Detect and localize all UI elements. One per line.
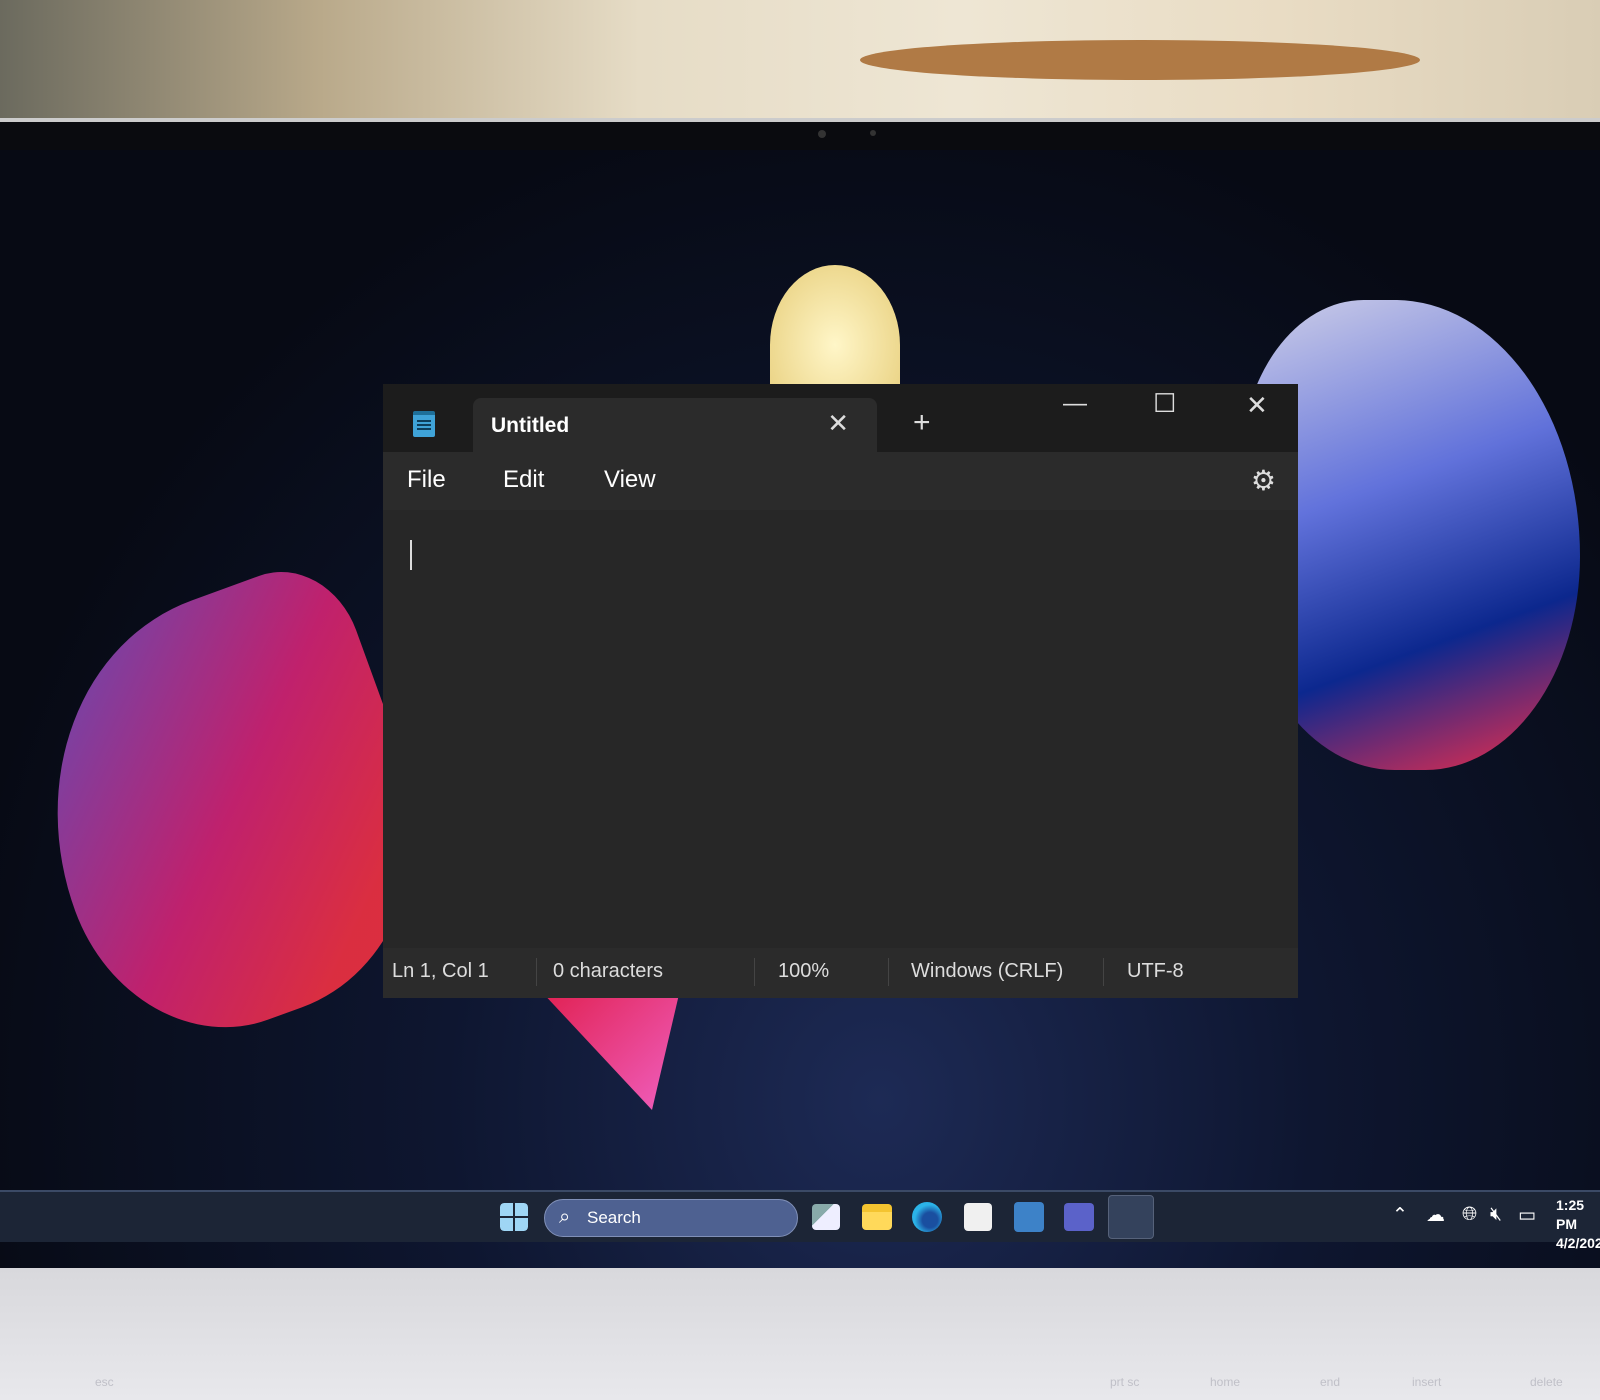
onedrive-offline-icon[interactable]: ☁ <box>1426 1204 1445 1227</box>
status-position: Ln 1, Col 1 <box>392 960 489 982</box>
menu-bar: File Edit View ⚙ <box>383 452 1298 510</box>
notepad-icon <box>413 411 435 437</box>
webcam <box>818 130 826 138</box>
tab-title: Untitled <box>491 414 570 437</box>
status-encoding[interactable]: UTF-8 <box>1127 960 1184 983</box>
status-line-ending[interactable]: Windows (CRLF) <box>911 960 1063 983</box>
notepad-taskbar-icon[interactable] <box>1108 1195 1154 1239</box>
key-prtsc: prt sc <box>1110 1375 1140 1389</box>
clock-time: 1:25 PM <box>1556 1197 1585 1232</box>
file-explorer-icon[interactable] <box>862 1204 892 1230</box>
clock-date: 4/2/202 <box>1556 1235 1600 1251</box>
text-caret <box>410 540 412 570</box>
minimize-button[interactable]: — <box>1063 390 1087 418</box>
microsoft-store-icon[interactable] <box>964 1203 992 1231</box>
clock[interactable]: 1:25 PM 4/2/202 <box>1556 1196 1600 1253</box>
table <box>860 40 1420 80</box>
show-hidden-icons-chevron-icon[interactable]: ⌃ <box>1392 1204 1408 1227</box>
status-zoom[interactable]: 100% <box>778 960 829 983</box>
title-bar[interactable]: Untitled ✕ + — ☐ ✕ <box>383 384 1298 452</box>
close-tab-icon[interactable]: ✕ <box>827 408 849 439</box>
task-view-icon[interactable] <box>812 1204 840 1230</box>
maximize-button[interactable]: ☐ <box>1153 388 1176 419</box>
tab-untitled[interactable]: Untitled ✕ <box>473 398 877 452</box>
edge-browser-icon[interactable] <box>912 1202 942 1232</box>
key-home: home <box>1210 1375 1241 1389</box>
battery-icon[interactable]: ▭ <box>1518 1204 1536 1227</box>
key-insert: insert <box>1412 1375 1442 1389</box>
status-bar: Ln 1, Col 1 0 characters 100% Windows (C… <box>383 948 1298 998</box>
key-end: end <box>1320 1375 1341 1389</box>
background-room <box>0 0 1600 122</box>
sensor <box>870 130 876 136</box>
network-globe-icon[interactable]: 🌐︎ <box>1462 1204 1477 1226</box>
new-tab-button[interactable]: + <box>913 406 931 440</box>
text-editor[interactable] <box>383 510 1298 948</box>
key-delete: delete <box>1530 1375 1563 1389</box>
status-characters: 0 characters <box>553 960 664 982</box>
menu-file[interactable]: File <box>407 466 446 494</box>
settings-gear-icon[interactable]: ⚙ <box>1251 464 1276 497</box>
close-button[interactable]: ✕ <box>1246 390 1268 421</box>
menu-view[interactable]: View <box>604 466 656 494</box>
start-windows-icon[interactable] <box>500 1203 528 1231</box>
volume-muted-icon[interactable]: 🔇︎ <box>1490 1204 1502 1226</box>
divider <box>888 958 889 986</box>
wallpaper-shape <box>540 990 680 1110</box>
search-label: Search <box>587 1208 641 1227</box>
dell-icon[interactable] <box>1014 1202 1044 1232</box>
divider <box>754 958 755 986</box>
divider <box>1103 958 1104 986</box>
divider <box>536 958 537 986</box>
menu-edit[interactable]: Edit <box>503 466 544 494</box>
keyboard-deck <box>0 1268 1600 1400</box>
search-box[interactable]: ⌕ Search <box>544 1199 798 1237</box>
key-esc: esc <box>95 1375 114 1389</box>
teams-icon[interactable] <box>1064 1203 1094 1231</box>
taskbar: ⌕ Search ⌃ ☁ 🌐︎ 🔇︎ ▭ 1:25 PM 4/2/202 <box>0 1190 1600 1251</box>
notepad-window: Untitled ✕ + — ☐ ✕ File Edit View ⚙ Ln 1… <box>383 384 1298 998</box>
search-icon: ⌕ <box>559 1206 571 1228</box>
